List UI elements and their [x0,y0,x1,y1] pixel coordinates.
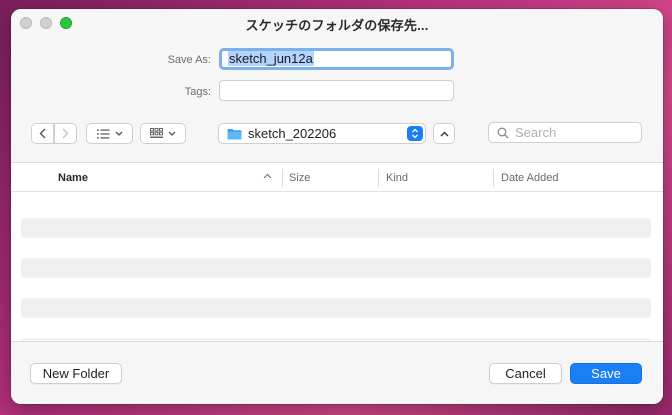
column-header-kind[interactable]: Kind [386,172,408,184]
save-dialog: スケッチのフォルダの保存先... Save As: sketch_jun12a … [11,9,663,404]
chevron-down-icon [115,131,122,136]
list-view-button[interactable] [86,123,133,144]
forward-button[interactable] [54,123,77,144]
list-row-placeholder [21,258,651,278]
location-stepper [407,126,423,141]
collapse-dialog-button[interactable] [433,123,455,144]
file-list[interactable] [11,193,663,340]
column-header-size[interactable]: Size [289,172,310,184]
new-folder-button[interactable]: New Folder [30,363,122,384]
chevron-down-icon [168,131,176,136]
save-button[interactable]: Save [570,363,642,384]
column-header-date-added[interactable]: Date Added [501,172,559,184]
back-button[interactable] [31,123,54,144]
list-row-placeholder [21,298,651,318]
search-icon [497,127,509,138]
grid-view-icon [150,128,163,138]
tags-input[interactable] [219,80,454,101]
column-header-name[interactable]: Name [58,172,88,184]
icon-view-button[interactable] [140,123,186,144]
title-bar: スケッチのフォルダの保存先... [11,9,663,37]
folder-icon [227,128,242,139]
list-row-placeholder [21,218,651,238]
search-input[interactable]: Search [488,122,642,143]
search-placeholder: Search [515,125,557,140]
location-name: sketch_202206 [248,126,337,141]
filename-input[interactable]: sketch_jun12a [219,48,454,70]
filename-value: sketch_jun12a [228,51,314,66]
chevron-right-icon [62,128,69,139]
dialog-footer: New Folder Cancel Save [11,341,663,404]
chevron-left-icon [39,128,46,139]
location-popup[interactable]: sketch_202206 [218,123,426,144]
list-view-icon [96,129,109,138]
list-row-placeholder [21,338,651,340]
column-separator[interactable] [378,169,379,187]
chevron-up-icon [440,131,448,136]
column-separator[interactable] [493,169,494,187]
tags-label: Tags: [184,86,211,98]
save-options-panel: Save As: sketch_jun12a Tags: sketch_2022… [11,37,663,163]
window-title: スケッチのフォルダの保存先... [245,18,429,33]
save-as-label: Save As: [167,54,211,66]
file-list-header: Name Size Kind Date Added [11,164,663,192]
sort-ascending-icon [263,173,272,179]
cancel-button[interactable]: Cancel [489,363,562,384]
up-down-chevron-icon [412,128,418,139]
column-separator[interactable] [282,169,283,187]
